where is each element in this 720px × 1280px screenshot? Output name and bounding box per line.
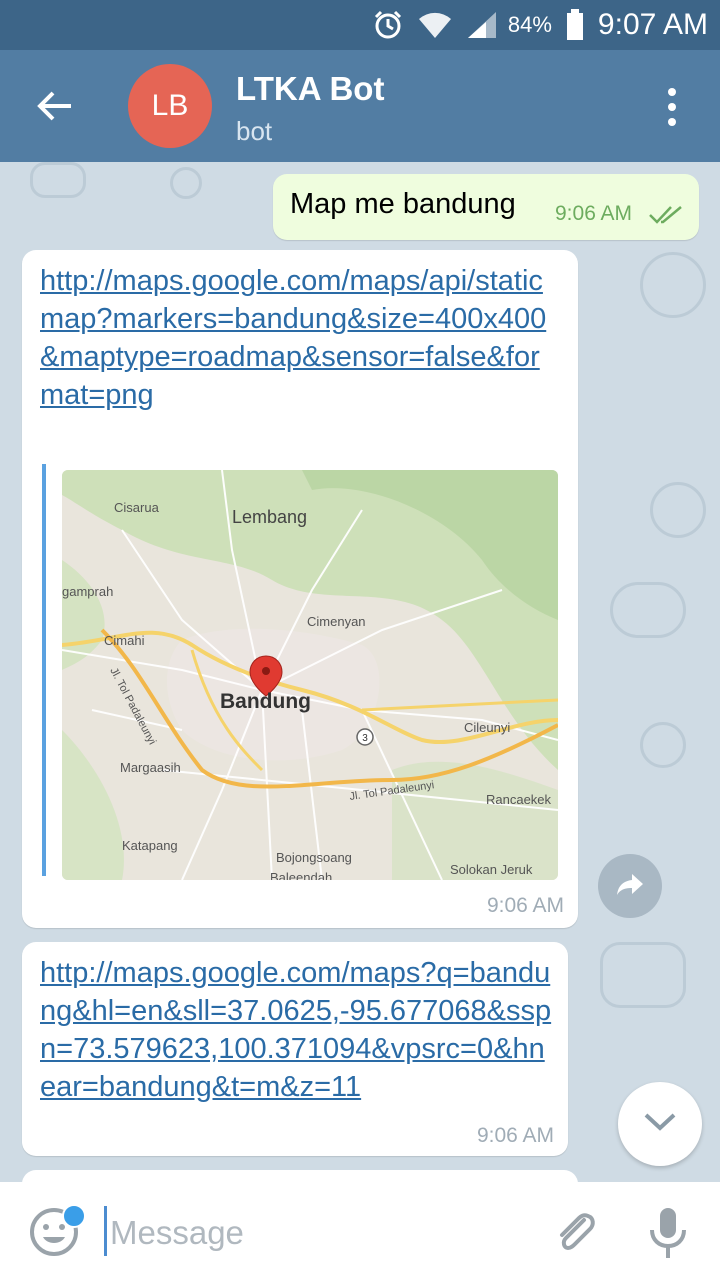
map-label-cimenyan: Cimenyan <box>307 614 366 629</box>
preview-bar <box>42 464 46 876</box>
background-doodle <box>600 942 686 1008</box>
map-label-route-3: 3 <box>362 733 368 744</box>
incoming-message[interactable] <box>22 1170 578 1182</box>
map-label-cimahi: Cimahi <box>104 633 145 648</box>
map-label-baleendah: Baleendah <box>270 870 332 880</box>
map-label-lembang: Lembang <box>232 507 307 527</box>
map-label-cisarua: Cisarua <box>114 500 160 515</box>
chat-title[interactable]: LTKA Bot <box>236 70 384 108</box>
map-label-rancaekek: Rancaekek <box>486 792 552 807</box>
map-label-cileunyi: Cileunyi <box>464 720 510 735</box>
incoming-message[interactable]: http://maps.google.com/maps/api/staticma… <box>22 250 578 928</box>
more-vertical-icon[interactable] <box>652 84 692 130</box>
map-label-margaasih: Margaasih <box>120 760 181 775</box>
background-doodle <box>640 252 706 318</box>
map-label-bojongsoang: Bojongsoang <box>276 850 352 865</box>
status-bar: 84% 9:07 AM <box>0 0 720 50</box>
message-time: 9:06 AM <box>486 894 564 917</box>
message-time: 9:06 AM <box>476 1124 554 1147</box>
text-cursor <box>104 1206 107 1256</box>
avatar[interactable]: LB <box>128 64 212 148</box>
outgoing-message[interactable]: Map me bandung 9:06 AM <box>273 174 699 240</box>
double-check-icon <box>649 205 683 230</box>
avatar-initials: LB <box>151 89 189 122</box>
chevron-down-icon <box>643 1112 677 1137</box>
wifi-icon <box>418 10 452 40</box>
incoming-message[interactable]: http://maps.google.com/maps?q=bandung&hl… <box>22 942 568 1156</box>
share-button[interactable] <box>598 854 662 918</box>
background-doodle <box>30 162 86 198</box>
background-doodle <box>170 167 202 199</box>
composer <box>0 1182 720 1280</box>
microphone-icon[interactable] <box>646 1206 690 1262</box>
message-input[interactable] <box>108 1208 532 1258</box>
arrow-left-icon[interactable] <box>30 84 80 128</box>
message-link[interactable]: http://maps.google.com/maps/api/staticma… <box>40 262 550 414</box>
message-time: 9:06 AM <box>555 202 633 225</box>
message-link[interactable]: http://maps.google.com/maps?q=bandung&hl… <box>40 954 554 1106</box>
background-doodle <box>610 582 686 638</box>
background-doodle <box>650 482 706 538</box>
map-label-katapang: Katapang <box>122 838 178 853</box>
alarm-icon <box>372 9 404 41</box>
message-text: Map me bandung <box>290 188 516 220</box>
map-label-solokan-jeruk: Solokan Jeruk <box>450 862 533 877</box>
chat-subtitle: bot <box>236 116 273 146</box>
map-label-bandung: Bandung <box>220 690 311 713</box>
message-list[interactable]: Map me bandung 9:06 AM http://maps.googl… <box>0 162 720 1182</box>
map-label-gamprah: gamprah <box>62 584 113 599</box>
battery-percent: 84% <box>507 12 552 37</box>
share-icon <box>616 872 644 901</box>
chat-header: LB LTKA Bot bot <box>0 50 720 162</box>
scroll-down-button[interactable] <box>618 1082 702 1166</box>
status-time: 9:07 AM <box>597 8 708 41</box>
signal-icon <box>466 10 498 40</box>
paperclip-icon[interactable] <box>550 1206 602 1258</box>
background-doodle <box>640 722 686 768</box>
notification-dot <box>62 1204 86 1228</box>
map-preview-image[interactable]: 3 Cisarua Lembang gamprah Cimenyan Cimah… <box>62 470 558 880</box>
battery-icon <box>566 9 584 41</box>
